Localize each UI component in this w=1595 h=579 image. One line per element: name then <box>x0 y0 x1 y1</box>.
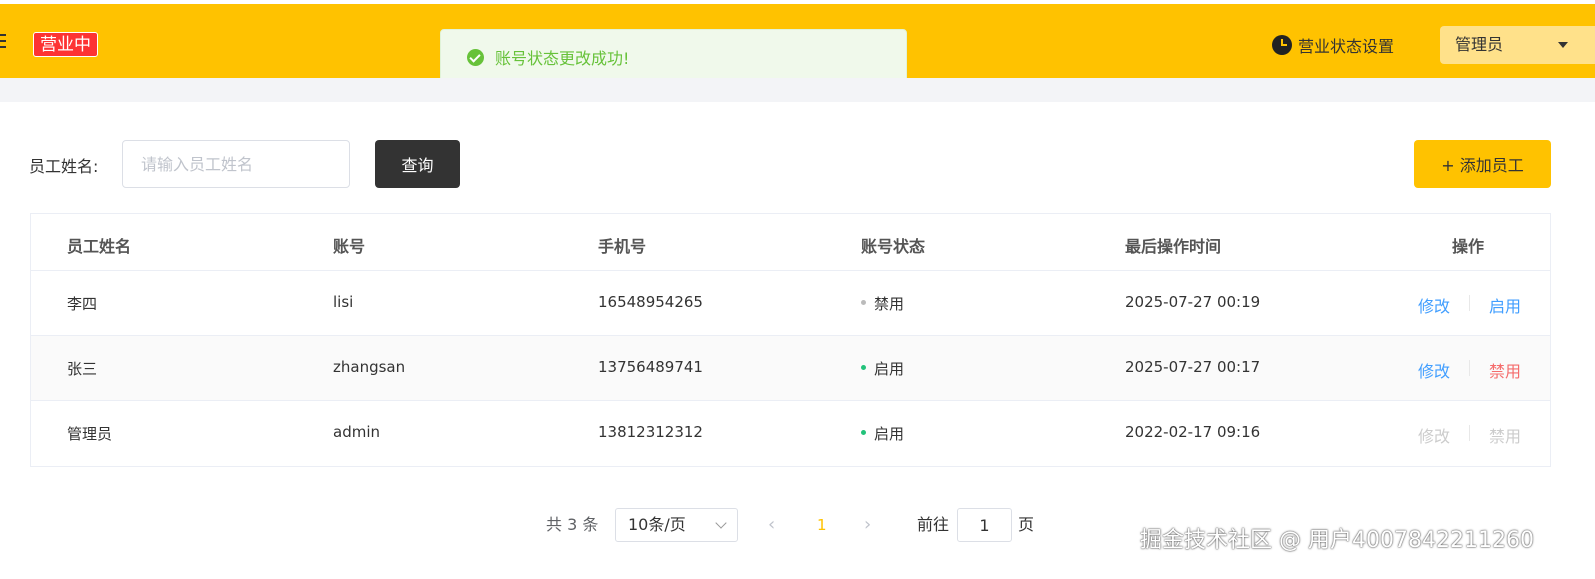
business-status-badge: 营业中 <box>33 32 98 57</box>
watermark-text: 掘金技术社区 @ 用户4007842211260 <box>1140 528 1534 553</box>
enable-link[interactable]: 启用 <box>1489 293 1521 317</box>
query-button[interactable]: 查询 <box>375 140 460 188</box>
success-toast: 账号状态更改成功! <box>440 29 907 85</box>
user-name: 管理员 <box>1455 35 1504 54</box>
column-header-actions: 操作 <box>1452 237 1485 256</box>
cell-status: 启用 <box>861 358 904 379</box>
table-row: 李四 lisi 16548954265 禁用 2025-07-27 00:19 … <box>31 271 1550 336</box>
cell-phone: 13812312312 <box>598 423 703 441</box>
table-row: 管理员 admin 13812312312 启用 2022-02-17 09:1… <box>31 401 1550 466</box>
table-header: 员工姓名 账号 手机号 账号状态 最后操作时间 操作 <box>31 214 1550 271</box>
page-size-select[interactable]: 10条/页 <box>615 508 738 542</box>
status-dot-icon <box>861 430 866 435</box>
prev-page-button[interactable]: ‹ <box>768 508 775 542</box>
cell-time: 2025-07-27 00:19 <box>1125 293 1261 311</box>
cell-account: lisi <box>333 293 354 311</box>
cell-phone: 13756489741 <box>598 358 703 376</box>
column-header-account: 账号 <box>333 237 366 256</box>
caret-down-icon <box>1558 42 1568 48</box>
employee-table: 员工姓名 账号 手机号 账号状态 最后操作时间 操作 李四 lisi 16548… <box>30 213 1551 467</box>
page-size-value: 10条/页 <box>628 515 686 534</box>
cell-time: 2025-07-27 00:17 <box>1125 358 1261 376</box>
disable-link-disabled: 禁用 <box>1489 427 1522 446</box>
column-header-status: 账号状态 <box>861 237 926 256</box>
success-check-icon <box>467 48 484 66</box>
cell-status: 启用 <box>861 423 904 444</box>
status-text: 启用 <box>874 360 905 378</box>
current-page-number[interactable]: 1 <box>817 508 827 542</box>
toast-message: 账号状态更改成功! <box>495 49 630 68</box>
status-dot-icon <box>861 300 866 305</box>
employee-name-search-input[interactable] <box>122 140 350 188</box>
cell-account: zhangsan <box>333 358 406 376</box>
clock-icon <box>1272 35 1292 55</box>
cell-account: admin <box>333 423 380 441</box>
column-header-last-operation-time: 最后操作时间 <box>1125 237 1222 256</box>
status-text: 禁用 <box>874 295 905 313</box>
employee-name-label: 员工姓名: <box>29 157 99 176</box>
edit-link-disabled: 修改 <box>1418 427 1451 446</box>
menu-toggle-icon[interactable] <box>0 34 6 52</box>
cell-time: 2022-02-17 09:16 <box>1125 423 1261 441</box>
add-employee-button[interactable]: + 添加员工 <box>1414 140 1551 188</box>
edit-link[interactable]: 修改 <box>1418 358 1450 382</box>
cell-name: 张三 <box>67 360 98 378</box>
cell-phone: 16548954265 <box>598 293 703 311</box>
goto-label: 前往 <box>917 515 950 534</box>
chevron-down-icon <box>715 517 727 529</box>
edit-link[interactable]: 修改 <box>1418 293 1450 317</box>
column-header-name: 员工姓名 <box>67 237 132 256</box>
user-menu-dropdown[interactable]: 管理员 <box>1440 26 1595 64</box>
pagination-total: 共 3 条 <box>546 515 599 534</box>
content-divider-strip <box>0 78 1595 102</box>
action-separator <box>1469 425 1470 441</box>
table-row: 张三 zhangsan 13756489741 启用 2025-07-27 00… <box>31 336 1550 401</box>
business-status-setting-label: 营业状态设置 <box>1298 37 1395 56</box>
status-text: 启用 <box>874 425 905 443</box>
cell-name: 李四 <box>67 295 98 313</box>
action-separator <box>1469 295 1470 311</box>
cell-name: 管理员 <box>67 425 113 443</box>
goto-page-input[interactable] <box>957 508 1012 542</box>
business-status-setting-button[interactable]: 营业状态设置 <box>1272 34 1394 56</box>
column-header-phone: 手机号 <box>598 237 647 256</box>
action-separator <box>1469 360 1470 376</box>
cell-status: 禁用 <box>861 293 904 314</box>
next-page-button[interactable]: › <box>864 508 871 542</box>
page-unit-label: 页 <box>1018 515 1035 534</box>
status-dot-icon <box>861 365 866 370</box>
disable-link[interactable]: 禁用 <box>1489 358 1521 382</box>
